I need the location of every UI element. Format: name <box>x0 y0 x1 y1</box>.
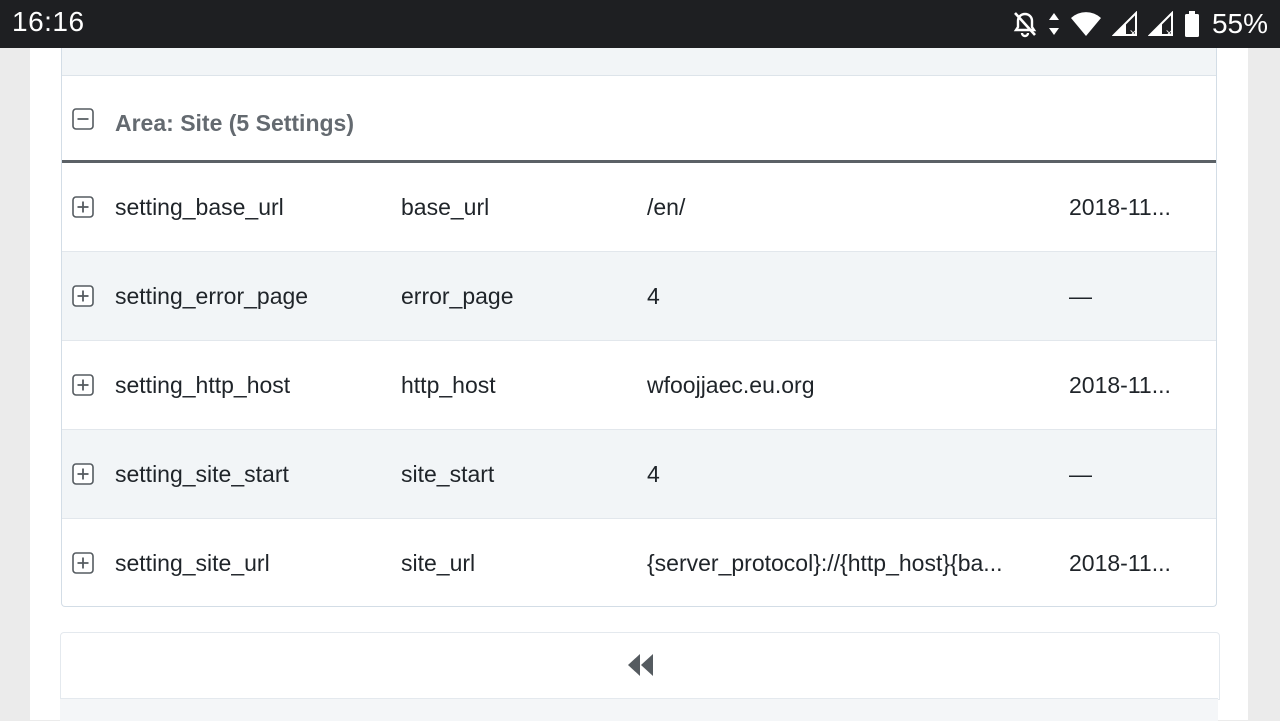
battery-percent: 55% <box>1211 8 1268 39</box>
group-header-site[interactable]: Area: Site (5 Settings) <box>62 76 1216 163</box>
collapse-minus-icon[interactable] <box>72 108 94 130</box>
data-transfer-icon <box>1048 12 1060 36</box>
group-title: Area: Site (5 Settings) <box>115 110 354 136</box>
expand-plus-icon[interactable] <box>72 196 94 218</box>
setting-date: — <box>1069 461 1092 487</box>
double-chevron-left-icon[interactable] <box>626 652 654 678</box>
table-row[interactable]: setting_http_host http_host wfoojjaec.eu… <box>62 341 1216 430</box>
page-content: Area: Site (5 Settings) setting_base_url… <box>30 48 1248 721</box>
setting-value: /en/ <box>647 194 686 220</box>
setting-date: 2018-11... <box>1069 550 1171 576</box>
pagination-bar <box>60 632 1220 700</box>
table-row[interactable]: setting_site_url site_url {server_protoc… <box>62 519 1216 606</box>
setting-value: 4 <box>647 283 660 309</box>
setting-key: site_start <box>401 461 495 487</box>
setting-value: 4 <box>647 461 660 487</box>
setting-name: setting_error_page <box>115 283 309 309</box>
battery-icon <box>1184 10 1200 38</box>
table-row[interactable]: setting_site_start site_start 4 — <box>62 430 1216 519</box>
status-icons: × × 55% <box>1012 0 1268 48</box>
setting-date: 2018-11... <box>1069 194 1171 220</box>
setting-name: setting_site_start <box>115 461 289 487</box>
notifications-off-icon <box>1012 10 1038 38</box>
signal-icon: × <box>1111 11 1138 37</box>
setting-key: error_page <box>401 283 514 309</box>
svg-text:×: × <box>1129 28 1137 37</box>
setting-name: setting_http_host <box>115 372 291 398</box>
expand-plus-icon[interactable] <box>72 552 94 574</box>
expand-plus-icon[interactable] <box>72 463 94 485</box>
settings-table: Area: Site (5 Settings) setting_base_url… <box>61 48 1217 607</box>
setting-name: setting_site_url <box>115 550 270 576</box>
previous-group-footer <box>62 48 1216 76</box>
status-bar: 16:16 × × 55% <box>0 0 1280 48</box>
expand-plus-icon[interactable] <box>72 374 94 396</box>
setting-name: setting_base_url <box>115 194 284 220</box>
svg-text:×: × <box>1165 28 1173 37</box>
signal-icon: × <box>1147 11 1174 37</box>
setting-key: base_url <box>401 194 490 220</box>
wifi-icon <box>1070 11 1102 37</box>
setting-value: {server_protocol}://{http_host}{ba... <box>647 550 1003 576</box>
setting-value: wfoojjaec.eu.org <box>647 372 815 398</box>
table-row[interactable]: setting_base_url base_url /en/ 2018-11..… <box>62 163 1216 252</box>
setting-date: 2018-11... <box>1069 372 1171 398</box>
status-time: 16:16 <box>12 6 85 37</box>
expand-plus-icon[interactable] <box>72 285 94 307</box>
setting-date: — <box>1069 283 1092 309</box>
setting-key: http_host <box>401 372 496 398</box>
table-row[interactable]: setting_error_page error_page 4 — <box>62 252 1216 341</box>
setting-key: site_url <box>401 550 476 576</box>
pagination-footer <box>60 698 1218 721</box>
